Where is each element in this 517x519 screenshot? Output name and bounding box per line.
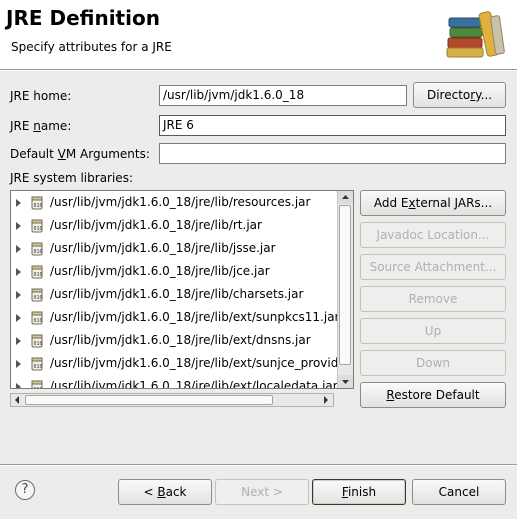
library-path: /usr/lib/jvm/jdk1.6.0_18/jre/lib/ext/sun…: [50, 310, 340, 324]
svg-text:010: 010: [34, 249, 43, 255]
library-row[interactable]: 010/usr/lib/jvm/jdk1.6.0_18/jre/lib/jsse…: [11, 238, 336, 261]
vertical-scroll-thumb[interactable]: [339, 205, 351, 365]
vm-args-field[interactable]: [159, 143, 506, 164]
footer-divider: [0, 464, 517, 466]
library-row[interactable]: 010/usr/lib/jvm/jdk1.6.0_18/jre/lib/reso…: [11, 192, 336, 215]
jar-icon: 010: [29, 219, 44, 233]
add-external-jars-button[interactable]: Add External JARs...: [360, 190, 506, 216]
jar-icon: 010: [29, 196, 44, 210]
libraries-list[interactable]: 010/usr/lib/jvm/jdk1.6.0_18/jre/lib/reso…: [10, 190, 354, 389]
vm-args-label: Default VM Arguments:: [10, 147, 150, 161]
cancel-button[interactable]: Cancel: [412, 479, 506, 505]
svg-text:010: 010: [34, 226, 43, 232]
jar-icon: 010: [29, 357, 44, 371]
library-row[interactable]: 010/usr/lib/jvm/jdk1.6.0_18/jre/lib/rt.j…: [11, 215, 336, 238]
scroll-right-arrow[interactable]: [321, 395, 332, 405]
jar-icon: 010: [29, 380, 44, 389]
up-button[interactable]: Up: [360, 318, 506, 344]
svg-text:010: 010: [34, 387, 43, 389]
books-icon: [446, 11, 505, 58]
scroll-left-arrow[interactable]: [12, 395, 23, 405]
jre-home-label: JRE home:: [10, 89, 72, 103]
svg-text:010: 010: [34, 364, 43, 370]
expand-triangle-icon[interactable]: [16, 199, 21, 207]
svg-text:010: 010: [34, 272, 43, 278]
directory-button[interactable]: Directory...: [413, 82, 506, 108]
page-subtitle: Specify attributes for a JRE: [11, 40, 172, 54]
page-title: JRE Definition: [6, 6, 160, 30]
library-row[interactable]: 010/usr/lib/jvm/jdk1.6.0_18/jre/lib/ext/…: [11, 307, 340, 330]
library-path: /usr/lib/jvm/jdk1.6.0_18/jre/lib/ext/loc…: [50, 379, 338, 389]
svg-text:010: 010: [34, 203, 43, 209]
help-icon[interactable]: ?: [15, 480, 35, 500]
library-row[interactable]: 010/usr/lib/jvm/jdk1.6.0_18/jre/lib/char…: [11, 284, 336, 307]
jar-icon: 010: [29, 288, 44, 302]
restore-default-button[interactable]: Restore Default: [360, 382, 506, 408]
jar-icon: 010: [29, 334, 44, 348]
library-path: /usr/lib/jvm/jdk1.6.0_18/jre/lib/resourc…: [50, 195, 311, 209]
library-row[interactable]: 010/usr/lib/jvm/jdk1.6.0_18/jre/lib/ext/…: [11, 353, 353, 376]
expand-triangle-icon[interactable]: [16, 291, 21, 299]
library-path: /usr/lib/jvm/jdk1.6.0_18/jre/lib/ext/dns…: [50, 333, 311, 347]
remove-button[interactable]: Remove: [360, 286, 506, 312]
library-path: /usr/lib/jvm/jdk1.6.0_18/jre/lib/ext/sun…: [50, 356, 354, 370]
jar-icon: 010: [29, 311, 44, 325]
javadoc-location-button[interactable]: Javadoc Location...: [360, 222, 506, 248]
expand-triangle-icon[interactable]: [16, 314, 21, 322]
dialog-header: JRE Definition Specify attributes for a …: [0, 0, 517, 69]
library-path: /usr/lib/jvm/jdk1.6.0_18/jre/lib/charset…: [50, 287, 304, 301]
svg-text:010: 010: [34, 341, 43, 347]
library-path: /usr/lib/jvm/jdk1.6.0_18/jre/lib/rt.jar: [50, 218, 262, 232]
horizontal-scrollbar[interactable]: [10, 393, 334, 407]
svg-text:010: 010: [34, 295, 43, 301]
library-path: /usr/lib/jvm/jdk1.6.0_18/jre/lib/jce.jar: [50, 264, 270, 278]
library-row[interactable]: 010/usr/lib/jvm/jdk1.6.0_18/jre/lib/ext/…: [11, 376, 338, 389]
finish-button[interactable]: Finish: [312, 479, 406, 505]
down-button[interactable]: Down: [360, 350, 506, 376]
jre-name-label: JRE name:: [10, 119, 72, 133]
jre-name-field[interactable]: JRE 6: [159, 115, 506, 136]
horizontal-scroll-thumb[interactable]: [25, 395, 273, 405]
source-attachment-button[interactable]: Source Attachment...: [360, 254, 506, 280]
jre-home-field[interactable]: /usr/lib/jvm/jdk1.6.0_18: [159, 85, 407, 106]
expand-triangle-icon[interactable]: [16, 222, 21, 230]
scroll-down-arrow[interactable]: [338, 375, 353, 388]
expand-triangle-icon[interactable]: [16, 268, 21, 276]
jar-icon: 010: [29, 242, 44, 256]
svg-text:010: 010: [34, 318, 43, 324]
library-row[interactable]: 010/usr/lib/jvm/jdk1.6.0_18/jre/lib/ext/…: [11, 330, 336, 353]
expand-triangle-icon[interactable]: [16, 383, 21, 388]
header-divider: [0, 69, 517, 71]
jar-icon: 010: [29, 265, 44, 279]
libraries-label: JRE system libraries:: [10, 171, 133, 185]
expand-triangle-icon[interactable]: [16, 360, 21, 368]
library-row[interactable]: 010/usr/lib/jvm/jdk1.6.0_18/jre/lib/jce.…: [11, 261, 336, 284]
back-button[interactable]: < Back: [118, 479, 212, 505]
expand-triangle-icon[interactable]: [16, 337, 21, 345]
scroll-up-arrow[interactable]: [338, 191, 353, 204]
expand-triangle-icon[interactable]: [16, 245, 21, 253]
vertical-scrollbar[interactable]: [337, 191, 353, 388]
next-button[interactable]: Next >: [215, 479, 309, 505]
library-path: /usr/lib/jvm/jdk1.6.0_18/jre/lib/jsse.ja…: [50, 241, 276, 255]
